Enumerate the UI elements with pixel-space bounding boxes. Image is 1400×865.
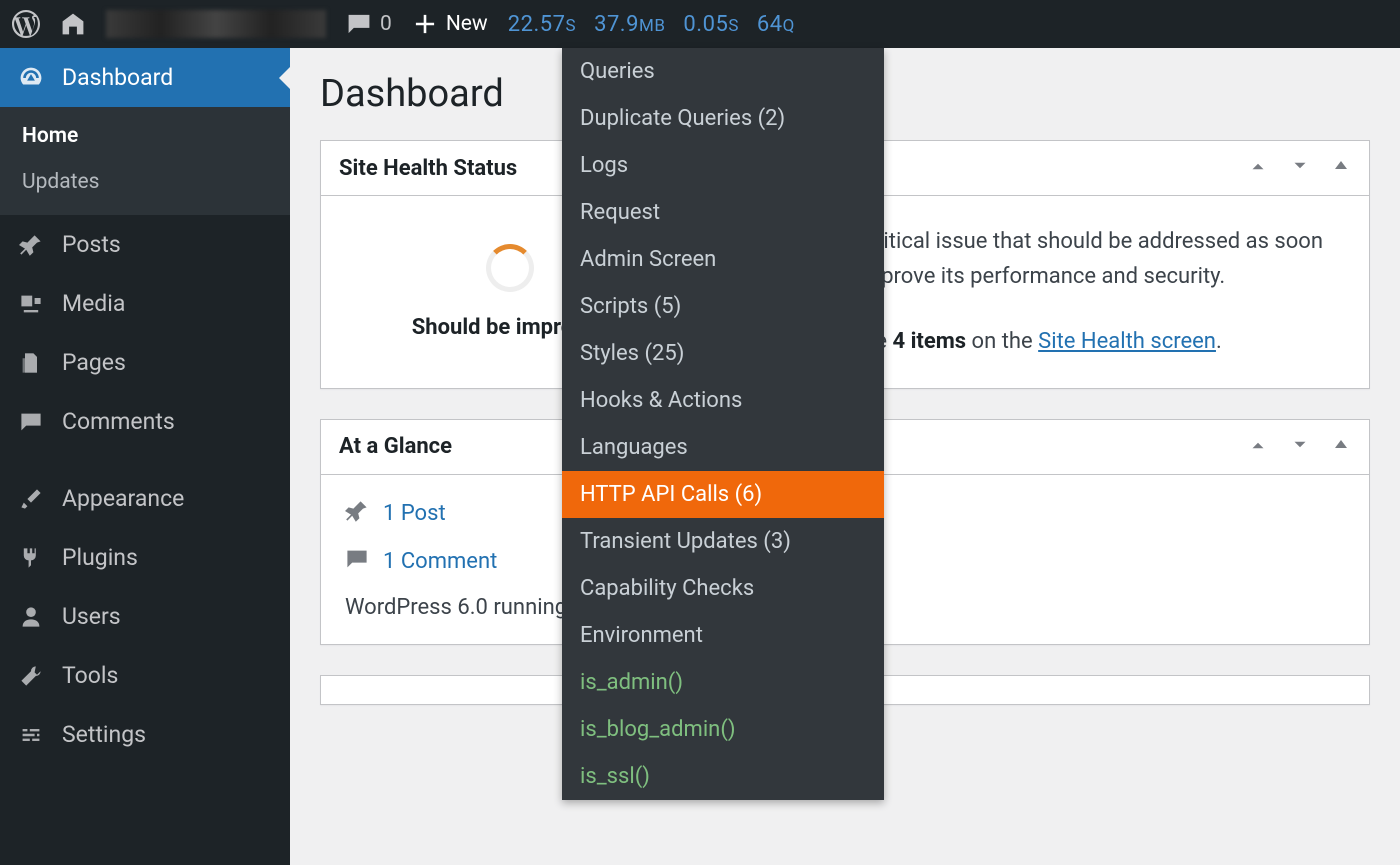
qm-item-13[interactable]: is_admin()	[562, 659, 884, 706]
sidebar-item-tools[interactable]: Tools	[0, 646, 290, 705]
stat-queries: 64Q	[757, 12, 795, 37]
move-down-icon[interactable]	[1289, 434, 1311, 460]
user-icon	[18, 605, 44, 629]
stat-time: 22.57S	[508, 12, 576, 37]
media-icon	[18, 292, 44, 316]
sliders-icon	[18, 723, 44, 747]
move-up-icon[interactable]	[1247, 155, 1269, 181]
sidebar-item-comments[interactable]: Comments	[0, 392, 290, 451]
sidebar-item-label: Appearance	[62, 485, 184, 512]
pages-icon	[18, 351, 44, 375]
sidebar-item-dashboard[interactable]: Dashboard	[0, 48, 290, 107]
atglance-posts[interactable]: 1 Post	[345, 499, 446, 529]
toggle-icon[interactable]	[1331, 155, 1351, 181]
submenu-updates[interactable]: Updates	[0, 159, 290, 205]
comment-icon	[18, 410, 44, 434]
sidebar-item-label: Plugins	[62, 544, 138, 571]
qm-item-14[interactable]: is_blog_admin()	[562, 706, 884, 753]
sidebar-item-settings[interactable]: Settings	[0, 705, 290, 764]
sidebar-item-label: Dashboard	[62, 64, 173, 91]
qm-item-2[interactable]: Logs	[562, 142, 884, 189]
admin-sidebar: Dashboard Home Updates Posts Media Pages…	[0, 48, 290, 865]
qm-item-7[interactable]: Hooks & Actions	[562, 377, 884, 424]
qm-item-11[interactable]: Capability Checks	[562, 565, 884, 612]
submenu-home[interactable]: Home	[0, 113, 290, 159]
plug-icon	[18, 546, 44, 570]
brush-icon	[18, 487, 44, 511]
sidebar-item-pages[interactable]: Pages	[0, 333, 290, 392]
qm-item-6[interactable]: Styles (25)	[562, 330, 884, 377]
sidebar-item-label: Pages	[62, 349, 126, 376]
dashboard-submenu: Home Updates	[0, 107, 290, 215]
stat-mem: 37.9MB	[594, 12, 665, 37]
qm-item-3[interactable]: Request	[562, 189, 884, 236]
qm-item-8[interactable]: Languages	[562, 424, 884, 471]
move-down-icon[interactable]	[1289, 155, 1311, 181]
sidebar-item-posts[interactable]: Posts	[0, 215, 290, 274]
pin-icon	[345, 499, 369, 529]
adminbar: 0 New 22.57S 37.9MB 0.05S 64Q	[0, 0, 1400, 48]
qm-item-12[interactable]: Environment	[562, 612, 884, 659]
sitehealth-link[interactable]: Site Health screen	[1038, 329, 1216, 354]
toggle-icon[interactable]	[1331, 434, 1351, 460]
qm-item-15[interactable]: is_ssl()	[562, 753, 884, 800]
sidebar-item-plugins[interactable]: Plugins	[0, 528, 290, 587]
home-icon[interactable]	[60, 11, 86, 37]
comments-count: 0	[380, 12, 392, 36]
sidebar-item-users[interactable]: Users	[0, 587, 290, 646]
gauge-icon	[18, 65, 44, 91]
sidebar-item-label: Media	[62, 290, 125, 317]
sidebar-item-media[interactable]: Media	[0, 274, 290, 333]
qm-item-5[interactable]: Scripts (5)	[562, 283, 884, 330]
qm-item-4[interactable]: Admin Screen	[562, 236, 884, 283]
move-up-icon[interactable]	[1247, 434, 1269, 460]
stat-dbtime: 0.05S	[683, 12, 739, 37]
comments-bubble[interactable]: 0	[346, 11, 392, 37]
sidebar-item-label: Tools	[62, 662, 118, 689]
new-label: New	[446, 12, 488, 36]
wp-logo[interactable]	[12, 10, 40, 38]
comment-icon	[345, 547, 369, 577]
atglance-comments[interactable]: 1 Comment	[345, 547, 497, 577]
qm-stats[interactable]: 22.57S 37.9MB 0.05S 64Q	[508, 12, 795, 37]
sidebar-item-appearance[interactable]: Appearance	[0, 469, 290, 528]
site-name[interactable]	[106, 10, 326, 38]
qm-item-9[interactable]: HTTP API Calls (6)	[562, 471, 884, 518]
posts-link[interactable]: 1 Post	[383, 501, 446, 526]
qm-item-1[interactable]: Duplicate Queries (2)	[562, 95, 884, 142]
sidebar-item-label: Posts	[62, 231, 121, 258]
pin-icon	[18, 233, 44, 257]
sidebar-item-label: Comments	[62, 408, 175, 435]
sitehealth-items-count: 4 items	[892, 329, 966, 354]
qm-item-0[interactable]: Queries	[562, 48, 884, 95]
qm-item-10[interactable]: Transient Updates (3)	[562, 518, 884, 565]
wrench-icon	[18, 664, 44, 688]
sitehealth-progress-ring	[486, 244, 534, 292]
comments-link[interactable]: 1 Comment	[383, 549, 497, 574]
qm-dropdown: QueriesDuplicate Queries (2)LogsRequestA…	[562, 48, 884, 800]
atglance-heading: At a Glance	[339, 434, 452, 459]
sitehealth-heading: Site Health Status	[339, 156, 517, 181]
new-content[interactable]: New	[412, 11, 488, 37]
sidebar-item-label: Users	[62, 603, 121, 630]
sidebar-item-label: Settings	[62, 721, 146, 748]
